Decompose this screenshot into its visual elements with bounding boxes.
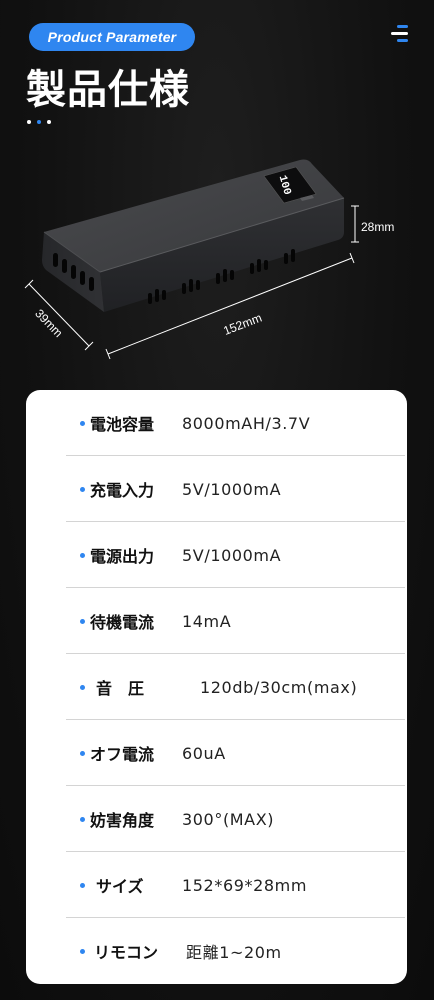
spec-card: 電池容量 8000mAH/3.7V 充電入力 5V/1000mA 電源出力 5V… xyxy=(26,390,407,984)
spec-value: 300°(MAX) xyxy=(182,809,275,829)
spec-row-size: サイズ 152*69*28mm xyxy=(52,852,405,918)
spec-value: 120db/30cm(max) xyxy=(200,677,358,697)
spec-value: 5V/1000mA xyxy=(182,545,282,565)
spec-row-power-output: 電源出力 5V/1000mA xyxy=(52,522,405,588)
bullet-icon xyxy=(80,948,85,954)
menu-icon[interactable] xyxy=(388,25,408,43)
product-parameter-badge: Product Parameter xyxy=(29,23,195,51)
spec-row-remote: リモコン 距離1~20m xyxy=(52,918,405,984)
spec-value: 5V/1000mA xyxy=(182,479,282,499)
bullet-icon xyxy=(80,420,85,426)
spec-label: 待機電流 xyxy=(90,613,155,632)
spec-value: 60uA xyxy=(182,743,226,763)
spec-row-charging-input: 充電入力 5V/1000mA xyxy=(52,456,405,522)
bullet-icon xyxy=(80,684,85,690)
spec-label: 音 圧 xyxy=(96,679,145,698)
spec-row-battery-capacity: 電池容量 8000mAH/3.7V xyxy=(52,390,405,456)
spec-value: 14mA xyxy=(182,611,232,631)
dot-2 xyxy=(37,120,41,124)
spec-row-standby-current: 待機電流 14mA xyxy=(52,588,405,654)
spec-value: 152*69*28mm xyxy=(182,875,308,895)
height-dimension-label: 28mm xyxy=(361,220,394,234)
spec-label: サイズ xyxy=(96,877,144,896)
width-dimension-label: 39mm xyxy=(32,306,65,340)
page-title: 製品仕様 xyxy=(26,67,190,113)
bullet-icon xyxy=(80,618,85,624)
dot-3 xyxy=(47,120,51,124)
bullet-icon xyxy=(80,750,85,756)
spec-label: 電池容量 xyxy=(90,415,155,434)
spec-row-off-current: オフ電流 60uA xyxy=(52,720,405,786)
bullet-icon xyxy=(80,816,85,822)
spec-label: 妨害角度 xyxy=(90,811,155,830)
length-dimension-label: 152mm xyxy=(221,311,263,338)
spec-label: リモコン xyxy=(94,943,159,962)
spec-label: 電源出力 xyxy=(90,547,155,566)
spec-row-jamming-angle: 妨害角度 300°(MAX) xyxy=(52,786,405,852)
bullet-icon xyxy=(80,486,85,492)
dot-1 xyxy=(27,120,31,124)
decorative-dots xyxy=(27,120,51,124)
spec-row-sound-pressure: 音 圧 120db/30cm(max) xyxy=(52,654,405,720)
spec-value: 8000mAH/3.7V xyxy=(182,413,311,433)
spec-value: 距離1~20m xyxy=(186,943,282,962)
bullet-icon xyxy=(80,552,85,558)
spec-label: オフ電流 xyxy=(90,745,155,764)
spec-label: 充電入力 xyxy=(90,481,155,500)
bullet-icon xyxy=(80,882,85,888)
power-bank-image: 100 28mm 152mm 39mm xyxy=(24,159,394,360)
